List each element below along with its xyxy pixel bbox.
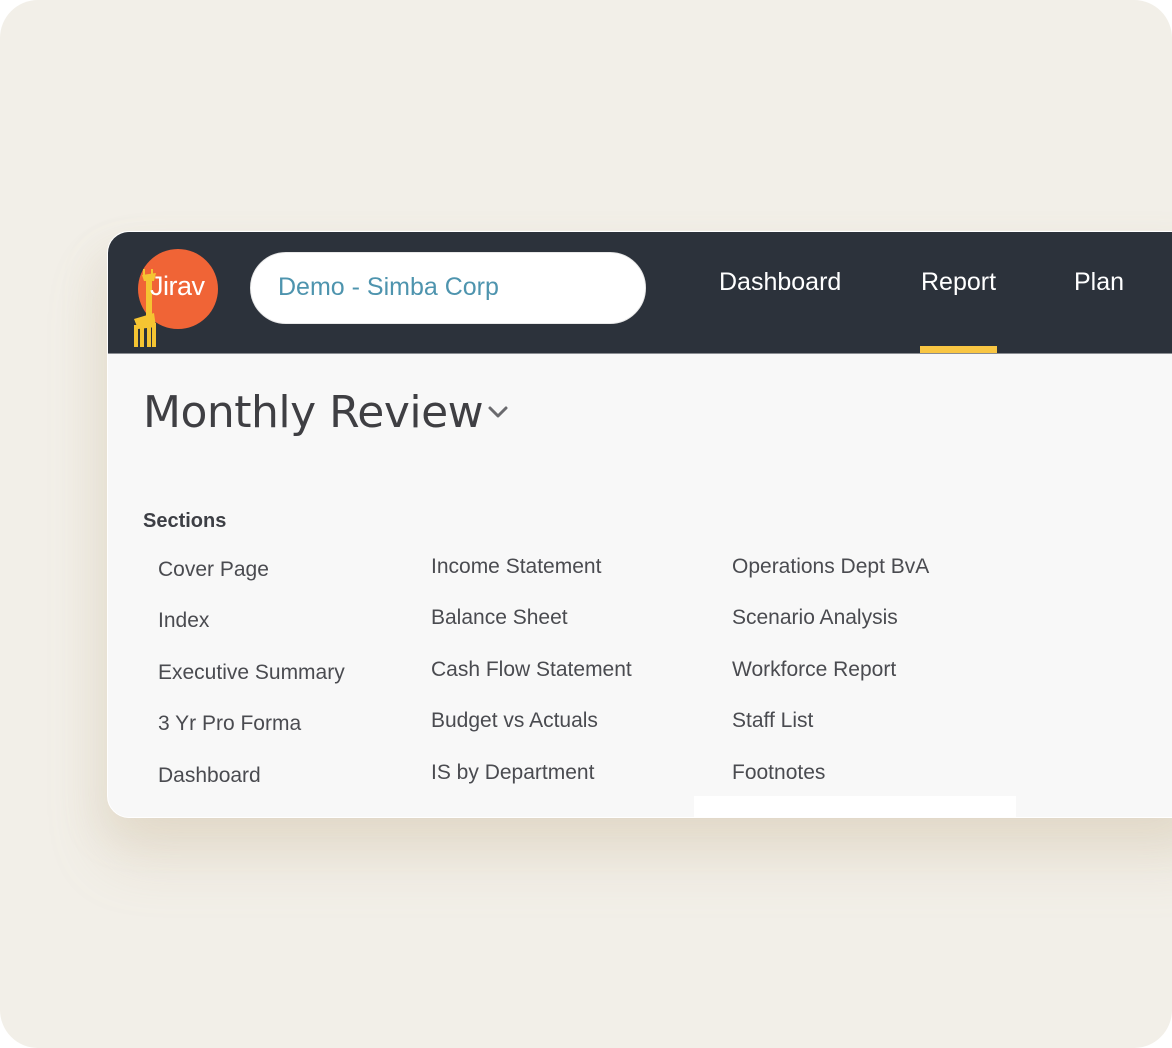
nav-report[interactable]: Report: [921, 268, 996, 297]
jirav-logo[interactable]: Jirav: [134, 249, 218, 347]
app-window: Jirav Demo - Simba Corp Dashboard Report…: [107, 231, 1172, 818]
section-cover-page[interactable]: Cover Page: [158, 558, 269, 582]
nav-plan[interactable]: Plan: [1074, 268, 1124, 297]
active-tab-indicator: [920, 346, 997, 353]
chevron-down-icon[interactable]: [486, 403, 510, 421]
section-executive-summary[interactable]: Executive Summary: [158, 661, 345, 685]
content-strip: [694, 796, 1016, 817]
section-footnotes[interactable]: Footnotes: [732, 761, 825, 785]
section-income-statement[interactable]: Income Statement: [431, 555, 601, 579]
section-staff-list[interactable]: Staff List: [732, 709, 813, 733]
section-3yr-pro-forma[interactable]: 3 Yr Pro Forma: [158, 712, 301, 736]
company-selector[interactable]: Demo - Simba Corp: [250, 252, 646, 324]
section-operations-dept-bva[interactable]: Operations Dept BvA: [732, 555, 929, 579]
background-canvas: Jirav Demo - Simba Corp Dashboard Report…: [0, 0, 1172, 1048]
section-is-by-department[interactable]: IS by Department: [431, 761, 594, 785]
section-index[interactable]: Index: [158, 609, 209, 633]
logo-text: Jirav: [150, 271, 205, 301]
section-cash-flow-statement[interactable]: Cash Flow Statement: [431, 658, 632, 682]
sections-heading: Sections: [143, 510, 227, 532]
section-budget-vs-actuals[interactable]: Budget vs Actuals: [431, 709, 598, 733]
section-scenario-analysis[interactable]: Scenario Analysis: [732, 606, 898, 630]
section-dashboard[interactable]: Dashboard: [158, 764, 261, 788]
company-selector-value: Demo - Simba Corp: [278, 273, 499, 301]
top-navigation-bar: Jirav Demo - Simba Corp Dashboard Report…: [108, 232, 1172, 354]
nav-dashboard[interactable]: Dashboard: [719, 268, 841, 297]
section-balance-sheet[interactable]: Balance Sheet: [431, 606, 568, 630]
section-workforce-report[interactable]: Workforce Report: [732, 658, 896, 682]
page-title[interactable]: Monthly Review: [143, 387, 484, 438]
